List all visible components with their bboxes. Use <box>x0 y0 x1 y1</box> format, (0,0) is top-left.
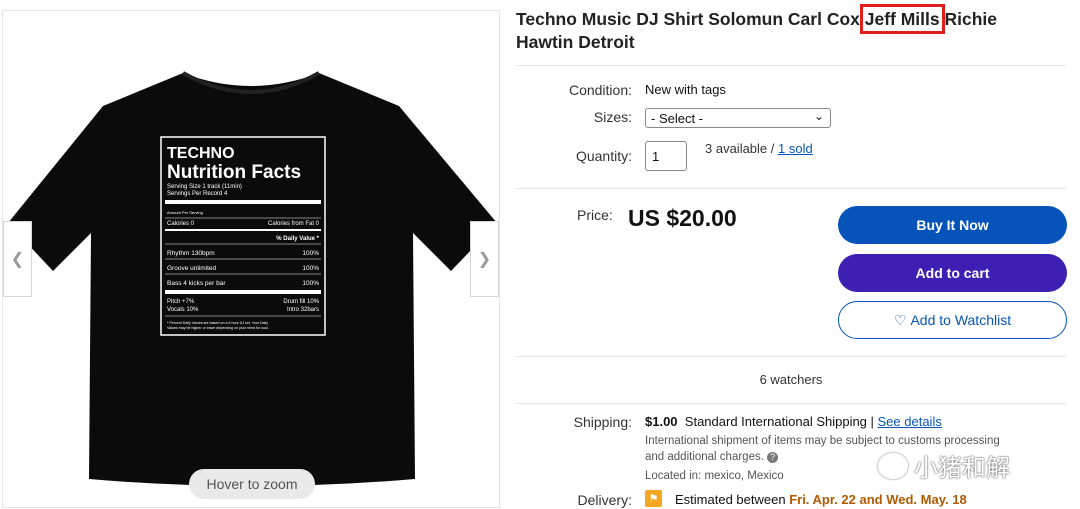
watermark-text: 小猪和解 <box>914 455 1010 482</box>
help-icon[interactable]: ? <box>767 452 779 463</box>
svg-text:Amount Per Serving: Amount Per Serving <box>167 210 203 215</box>
availability: 3 available / 1 sold <box>705 141 813 156</box>
svg-text:* Percent Daily Values are bas: * Percent Daily Values are based on a 6 … <box>167 321 268 325</box>
svg-text:Vocals 10%: Vocals 10% <box>167 307 199 313</box>
sizes-select[interactable]: - Select - ⌄ <box>645 108 831 128</box>
image-gallery[interactable]: S TECHNO Nutrition Facts Serving Size 1 … <box>2 10 500 508</box>
sizes-label: Sizes: <box>593 109 632 125</box>
svg-text:Calories from Fat 0: Calories from Fat 0 <box>268 221 320 227</box>
sizes-selected-value: - Select - <box>651 110 704 126</box>
watchers-count: 6 watchers <box>759 372 823 387</box>
svg-text:S: S <box>243 65 247 71</box>
customs-note: and additional charges. ? <box>645 449 779 465</box>
wechat-icon <box>878 452 908 479</box>
watchlist-label: Add to Watchlist <box>910 312 1012 328</box>
chevron-right-icon: ❯ <box>477 251 492 268</box>
customs-note-2: and additional charges. <box>645 451 764 463</box>
shipping-cost: $1.00 <box>645 414 678 429</box>
flag-icon: ⚑ <box>645 490 662 507</box>
condition-label: Condition: <box>568 82 632 98</box>
price-label: Price: <box>577 207 613 223</box>
svg-text:Intro 32bars: Intro 32bars <box>287 307 319 313</box>
divider <box>516 65 1066 66</box>
add-to-watchlist-button[interactable]: ♡ Add to Watchlist <box>838 301 1067 339</box>
heart-icon: ♡ <box>893 311 907 328</box>
customs-note-1: International shipment of items may be s… <box>645 435 1000 447</box>
delivery-dates: Fri. Apr. 22 and Wed. May. 18 <box>789 492 967 507</box>
product-image[interactable]: S TECHNO Nutrition Facts Serving Size 1 … <box>3 11 499 507</box>
shipping-line: $1.00 Standard International Shipping | … <box>645 414 942 429</box>
svg-text:Drum fill 10%: Drum fill 10% <box>283 299 319 305</box>
quantity-label: Quantity: <box>575 148 632 164</box>
svg-text:Pitch +7%: Pitch +7% <box>167 299 195 305</box>
title-highlight: Jeff Mills <box>859 4 945 34</box>
svg-text:Rhythm 130bpm: Rhythm 130bpm <box>167 250 215 257</box>
svg-text:Bass 4 kicks per bar: Bass 4 kicks per bar <box>167 280 226 287</box>
svg-text:Serving Size 1 track (11min): Serving Size 1 track (11min) <box>167 184 242 190</box>
watermark: 小猪和解 <box>878 448 1010 483</box>
svg-text:100%: 100% <box>302 265 319 272</box>
svg-text:100%: 100% <box>302 280 319 287</box>
svg-text:% Daily Value *: % Daily Value * <box>276 236 319 242</box>
svg-text:Servings Per Record 4: Servings Per Record 4 <box>167 191 228 197</box>
quantity-input[interactable]: 1 <box>645 141 687 171</box>
listing-title: Techno Music DJ Shirt Solomun Carl Cox J… <box>516 4 1056 54</box>
price-value: US $20.00 <box>628 205 737 231</box>
divider <box>516 403 1066 404</box>
prev-image-button[interactable]: ❮ <box>3 221 32 297</box>
delivery-estimate: Estimated between Fri. Apr. 22 and Wed. … <box>675 492 967 507</box>
delivery-prefix: Estimated between <box>675 492 790 507</box>
svg-text:Calories 0: Calories 0 <box>167 221 195 227</box>
available-count: 3 available / <box>705 141 778 156</box>
add-to-cart-button[interactable]: Add to cart <box>838 254 1067 292</box>
svg-text:100%: 100% <box>302 250 319 257</box>
divider <box>516 356 1066 357</box>
shipping-label: Shipping: <box>573 414 632 430</box>
next-image-button[interactable]: ❯ <box>470 221 499 297</box>
see-details-link[interactable]: See details <box>878 414 942 429</box>
delivery-label: Delivery: <box>577 492 632 508</box>
print-heading2: Nutrition Facts <box>167 162 301 183</box>
chevron-left-icon: ❮ <box>10 251 25 268</box>
buy-it-now-button[interactable]: Buy It Now <box>838 206 1067 244</box>
title-text-part1: Techno Music DJ Shirt Solomun Carl Cox <box>516 9 865 29</box>
chevron-down-icon: ⌄ <box>813 109 824 123</box>
shipping-method: Standard International Shipping | <box>684 414 878 429</box>
divider <box>516 188 1066 189</box>
hover-to-zoom-hint: Hover to zoom <box>189 469 315 499</box>
sold-link[interactable]: 1 sold <box>778 141 813 156</box>
brand-logo-icon <box>222 63 234 75</box>
tshirt-shape <box>8 73 497 486</box>
condition-value: New with tags <box>645 82 726 97</box>
print-heading1: TECHNO <box>167 145 235 162</box>
item-location: Located in: mexico, Mexico <box>645 470 784 482</box>
svg-text:Groove unlimited: Groove unlimited <box>167 265 217 272</box>
svg-text:Values may be higher or lower: Values may be higher or lower depending … <box>167 326 269 330</box>
